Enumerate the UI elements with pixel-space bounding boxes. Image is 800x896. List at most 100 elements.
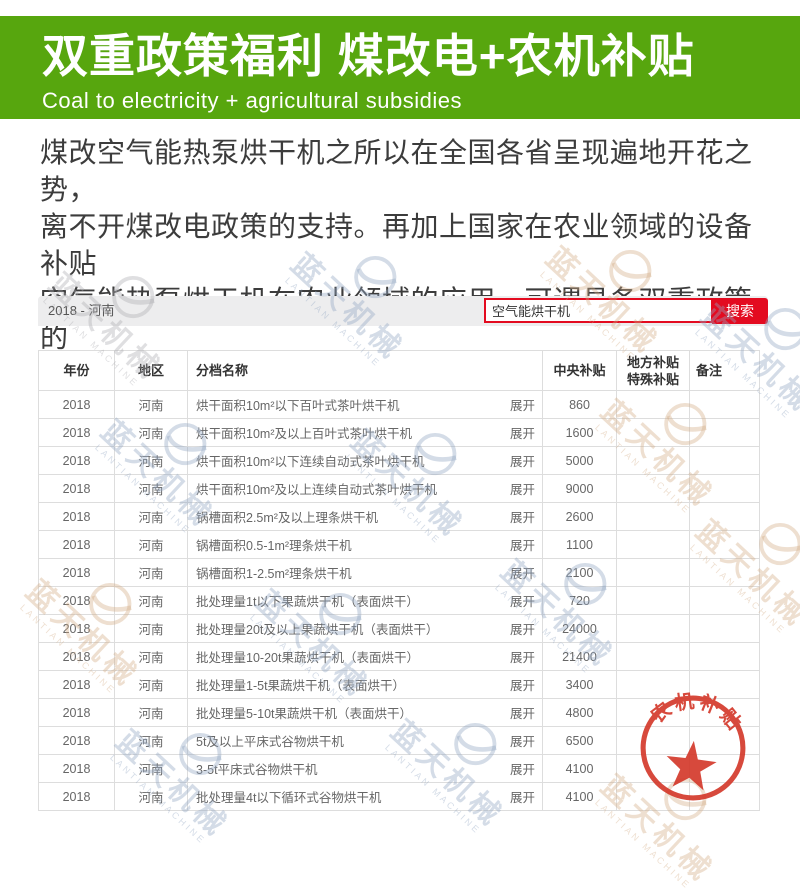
note-cell: [690, 615, 760, 643]
name-cell: 批处理量10-20t果蔬烘干机（表面烘干） 展开: [188, 643, 543, 671]
expand-link[interactable]: 展开: [510, 647, 535, 666]
central-subsidy-cell: 4100: [543, 755, 617, 783]
expand-link[interactable]: 展开: [510, 731, 535, 750]
year-cell: 2018: [39, 531, 115, 559]
region-cell: 河南: [115, 419, 188, 447]
expand-link[interactable]: 展开: [510, 703, 535, 722]
subsidy-table-panel: 2018 - 河南 搜索 年份 地区 分档名称 中央补贴 地方补贴 特殊补贴 备…: [38, 296, 768, 811]
category-name: 烘干面积10m²以下连续自动式茶叶烘干机: [196, 451, 424, 470]
name-cell: 烘干面积10m²及以上百叶式茶叶烘干机 展开: [188, 419, 543, 447]
region-cell: 河南: [115, 559, 188, 587]
category-name: 批处理量10-20t果蔬烘干机（表面烘干）: [196, 647, 419, 666]
table-row: 2018河南锅槽面积2.5m²及以上理条烘干机展开2600: [39, 503, 760, 531]
name-cell: 烘干面积10m²以下连续自动式茶叶烘干机 展开: [188, 447, 543, 475]
header-local-subsidy: 地方补贴 特殊补贴: [617, 351, 690, 391]
expand-link[interactable]: 展开: [510, 619, 535, 638]
name-cell: 锅槽面积0.5-1m²理条烘干机 展开: [188, 531, 543, 559]
local-subsidy-cell: [617, 643, 690, 671]
note-cell: [690, 559, 760, 587]
year-cell: 2018: [39, 699, 115, 727]
central-subsidy-cell: 1600: [543, 419, 617, 447]
local-subsidy-cell: [617, 587, 690, 615]
expand-link[interactable]: 展开: [510, 395, 535, 414]
note-cell: [690, 755, 760, 783]
local-subsidy-cell: [617, 615, 690, 643]
expand-link[interactable]: 展开: [510, 759, 535, 778]
note-cell: [690, 531, 760, 559]
category-name: 批处理量1t以下果蔬烘干机（表面烘干）: [196, 591, 419, 610]
intro-line: 离不开煤改电政策的支持。再加上国家在农业领域的设备补贴: [40, 208, 762, 282]
expand-link[interactable]: 展开: [510, 563, 535, 582]
name-cell: 批处理量4t以下循环式谷物烘干机 展开: [188, 783, 543, 811]
search-input[interactable]: [484, 298, 713, 323]
note-cell: [690, 587, 760, 615]
watermark-caption: LANTIAN MACHINE: [593, 798, 693, 892]
central-subsidy-cell: 2600: [543, 503, 617, 531]
category-name: 批处理量4t以下循环式谷物烘干机: [196, 787, 381, 806]
year-cell: 2018: [39, 475, 115, 503]
note-cell: [690, 643, 760, 671]
central-subsidy-cell: 4800: [543, 699, 617, 727]
category-name: 锅槽面积1-2.5m²理条烘干机: [196, 563, 352, 582]
category-name: 3-5t平床式谷物烘干机: [196, 759, 318, 778]
search-button[interactable]: 搜索: [712, 298, 768, 324]
central-subsidy-cell: 5000: [543, 447, 617, 475]
expand-link[interactable]: 展开: [510, 423, 535, 442]
table-row: 2018河南烘干面积10m²以下百叶式茶叶烘干机展开860: [39, 391, 760, 419]
note-cell: [690, 475, 760, 503]
category-name: 烘干面积10m²及以上百叶式茶叶烘干机: [196, 423, 412, 442]
local-subsidy-cell: [617, 783, 690, 811]
year-cell: 2018: [39, 559, 115, 587]
central-subsidy-cell: 6500: [543, 727, 617, 755]
expand-link[interactable]: 展开: [510, 479, 535, 498]
year-cell: 2018: [39, 587, 115, 615]
central-subsidy-cell: 9000: [543, 475, 617, 503]
header-central-subsidy: 中央补贴: [543, 351, 617, 391]
note-cell: [690, 447, 760, 475]
name-cell: 锅槽面积2.5m²及以上理条烘干机展开: [188, 503, 543, 531]
category-name: 批处理量5-10t果蔬烘干机（表面烘干）: [196, 703, 412, 722]
category-name: 5t及以上平床式谷物烘干机: [196, 731, 344, 750]
note-cell: [690, 391, 760, 419]
category-name: 批处理量20t及以上果蔬烘干机（表面烘干）: [196, 619, 438, 638]
region-cell: 河南: [115, 503, 188, 531]
local-subsidy-cell: [617, 419, 690, 447]
table-body: 2018河南烘干面积10m²以下百叶式茶叶烘干机展开8602018河南烘干面积1…: [39, 391, 760, 811]
header-note: 备注: [690, 351, 760, 391]
header-name: 分档名称: [188, 351, 543, 391]
year-cell: 2018: [39, 643, 115, 671]
category-name: 烘干面积10m²以下百叶式茶叶烘干机: [196, 395, 399, 414]
central-subsidy-cell: 720: [543, 587, 617, 615]
region-cell: 河南: [115, 391, 188, 419]
year-cell: 2018: [39, 419, 115, 447]
central-subsidy-cell: 24000: [543, 615, 617, 643]
table-row: 2018河南批处理量1-5t果蔬烘干机（表面烘干）展开3400: [39, 671, 760, 699]
local-subsidy-cell: [617, 475, 690, 503]
expand-link[interactable]: 展开: [510, 591, 535, 610]
expand-link[interactable]: 展开: [510, 787, 535, 806]
name-cell: 批处理量20t及以上果蔬烘干机（表面烘干） 展开: [188, 615, 543, 643]
name-cell: 批处理量1-5t果蔬烘干机（表面烘干）展开: [188, 671, 543, 699]
table-row: 2018河南烘干面积10m²以下连续自动式茶叶烘干机展开5000: [39, 447, 760, 475]
region-cell: 河南: [115, 671, 188, 699]
table-row: 2018河南锅槽面积0.5-1m²理条烘干机展开1100: [39, 531, 760, 559]
header-region: 地区: [115, 351, 188, 391]
name-cell: 烘干面积10m²及以上连续自动式茶叶烘干机展开: [188, 475, 543, 503]
region-cell: 河南: [115, 699, 188, 727]
central-subsidy-cell: 2100: [543, 559, 617, 587]
category-name: 锅槽面积0.5-1m²理条烘干机: [196, 535, 352, 554]
note-cell: [690, 503, 760, 531]
expand-link[interactable]: 展开: [510, 451, 535, 470]
note-cell: [690, 699, 760, 727]
central-subsidy-cell: 21400: [543, 643, 617, 671]
year-cell: 2018: [39, 727, 115, 755]
region-cell: 河南: [115, 587, 188, 615]
region-cell: 河南: [115, 643, 188, 671]
table-header: 年份 地区 分档名称 中央补贴 地方补贴 特殊补贴 备注: [39, 351, 760, 391]
expand-link[interactable]: 展开: [510, 535, 535, 554]
local-subsidy-cell: [617, 531, 690, 559]
expand-link[interactable]: 展开: [510, 675, 535, 694]
expand-link[interactable]: 展开: [510, 507, 535, 526]
local-subsidy-cell: [617, 699, 690, 727]
table-row: 2018河南批处理量10-20t果蔬烘干机（表面烘干） 展开 21400: [39, 643, 760, 671]
